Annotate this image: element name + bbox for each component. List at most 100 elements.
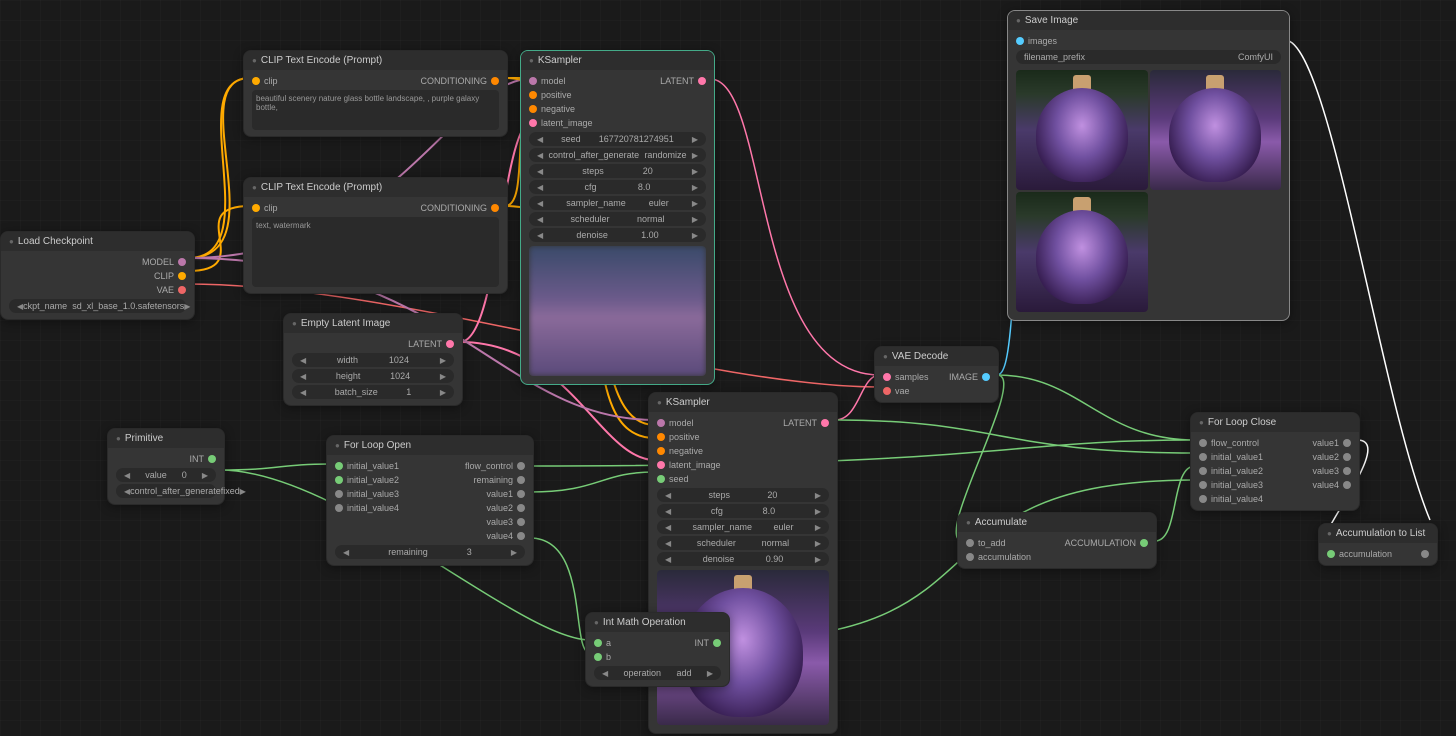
port-negative[interactable] <box>529 105 537 113</box>
widget-control[interactable]: ◀control_after_generatefixed▶ <box>116 484 216 498</box>
node-title[interactable]: Empty Latent Image <box>284 314 462 333</box>
widget-value[interactable]: ◀value0▶ <box>116 468 216 482</box>
widget-ckpt-name[interactable]: ◀ckpt_name sd_xl_base_1.0.safetensors▶ <box>9 299 186 313</box>
port-b[interactable] <box>594 653 602 661</box>
node-title[interactable]: For Loop Open <box>327 436 533 455</box>
port-latent[interactable] <box>821 419 829 427</box>
port-out[interactable] <box>1140 539 1148 547</box>
port-in[interactable] <box>1199 467 1207 475</box>
node-empty-latent[interactable]: Empty Latent Image LATENT ◀width1024▶ ◀h… <box>283 313 463 406</box>
node-ksampler-1[interactable]: KSampler modelLATENT positive negative l… <box>520 50 715 385</box>
node-title[interactable]: Accumulation to List <box>1319 524 1437 543</box>
node-save-image[interactable]: Save Image images filename_prefixComfyUI <box>1007 10 1290 321</box>
port-in[interactable] <box>1199 439 1207 447</box>
port-in[interactable] <box>335 462 343 470</box>
port-in[interactable] <box>335 504 343 512</box>
port-out[interactable] <box>517 518 525 526</box>
port-negative[interactable] <box>657 447 665 455</box>
widget-batch[interactable]: ◀batch_size1▶ <box>292 385 454 399</box>
widget-seed[interactable]: ◀seed167720781274951▶ <box>529 132 706 146</box>
port-cond-out[interactable] <box>491 77 499 85</box>
widget-operation[interactable]: ◀operationadd▶ <box>594 666 721 680</box>
port-a[interactable] <box>594 639 602 647</box>
node-title[interactable]: Accumulate <box>958 513 1156 532</box>
port-out[interactable] <box>517 476 525 484</box>
node-clip-encode-2[interactable]: CLIP Text Encode (Prompt) clipCONDITIONI… <box>243 177 508 294</box>
widget-width[interactable]: ◀width1024▶ <box>292 353 454 367</box>
port-out[interactable] <box>517 462 525 470</box>
node-title[interactable]: Save Image <box>1008 11 1289 30</box>
port-in[interactable] <box>1199 453 1207 461</box>
port-vae[interactable] <box>178 286 186 294</box>
port-out[interactable] <box>1343 439 1351 447</box>
prompt-text[interactable]: beautiful scenery nature glass bottle la… <box>252 90 499 130</box>
port-clip-in[interactable] <box>252 204 260 212</box>
port-int[interactable] <box>208 455 216 463</box>
port-clip[interactable] <box>178 272 186 280</box>
widget-scheduler[interactable]: ◀schedulernormal▶ <box>657 536 829 550</box>
node-int-math[interactable]: Int Math Operation aINT b ◀operationadd▶ <box>585 612 730 687</box>
port-out[interactable] <box>517 532 525 540</box>
widget-height[interactable]: ◀height1024▶ <box>292 369 454 383</box>
node-vae-decode[interactable]: VAE Decode samplesIMAGE vae <box>874 346 999 403</box>
prompt-text[interactable]: text, watermark <box>252 217 499 287</box>
port-in[interactable] <box>966 539 974 547</box>
node-title[interactable]: For Loop Close <box>1191 413 1359 432</box>
port-vae[interactable] <box>883 387 891 395</box>
node-title[interactable]: Int Math Operation <box>586 613 729 632</box>
port-model[interactable] <box>178 258 186 266</box>
widget-denoise[interactable]: ◀denoise0.90▶ <box>657 552 829 566</box>
widget-sampler[interactable]: ◀sampler_nameeuler▶ <box>657 520 829 534</box>
widget-sampler[interactable]: ◀sampler_nameeuler▶ <box>529 196 706 210</box>
port-in[interactable] <box>1327 550 1335 558</box>
port-positive[interactable] <box>529 91 537 99</box>
node-title[interactable]: CLIP Text Encode (Prompt) <box>244 51 507 70</box>
node-load-checkpoint[interactable]: Load Checkpoint MODEL CLIP VAE ◀ckpt_nam… <box>0 231 195 320</box>
port-positive[interactable] <box>657 433 665 441</box>
widget-steps[interactable]: ◀steps20▶ <box>529 164 706 178</box>
port-out[interactable] <box>1343 467 1351 475</box>
port-latent-out[interactable] <box>446 340 454 348</box>
widget-cfg[interactable]: ◀cfg8.0▶ <box>529 180 706 194</box>
widget-scheduler[interactable]: ◀schedulernormal▶ <box>529 212 706 226</box>
port-in[interactable] <box>335 476 343 484</box>
port-in[interactable] <box>335 490 343 498</box>
port-out[interactable] <box>517 504 525 512</box>
port-model[interactable] <box>529 77 537 85</box>
port-in[interactable] <box>966 553 974 561</box>
port-latent-in[interactable] <box>657 461 665 469</box>
port-in[interactable] <box>1199 481 1207 489</box>
port-latent[interactable] <box>698 77 706 85</box>
port-int[interactable] <box>713 639 721 647</box>
node-title[interactable]: KSampler <box>521 51 714 70</box>
node-forloop-open[interactable]: For Loop Open initial_value1flow_control… <box>326 435 534 566</box>
port-out[interactable] <box>1421 550 1429 558</box>
node-primitive[interactable]: Primitive INT ◀value0▶ ◀control_after_ge… <box>107 428 225 505</box>
widget-filename[interactable]: filename_prefixComfyUI <box>1016 50 1281 64</box>
port-out[interactable] <box>517 490 525 498</box>
widget-cfg[interactable]: ◀cfg8.0▶ <box>657 504 829 518</box>
node-title[interactable]: CLIP Text Encode (Prompt) <box>244 178 507 197</box>
port-in[interactable] <box>1199 495 1207 503</box>
port-out[interactable] <box>1343 453 1351 461</box>
port-out[interactable] <box>1343 481 1351 489</box>
widget-denoise[interactable]: ◀denoise1.00▶ <box>529 228 706 242</box>
port-model[interactable] <box>657 419 665 427</box>
node-acc-to-list[interactable]: Accumulation to List accumulation <box>1318 523 1438 566</box>
port-latent-in[interactable] <box>529 119 537 127</box>
node-title[interactable]: KSampler <box>649 393 837 412</box>
node-title[interactable]: Primitive <box>108 429 224 448</box>
port-image[interactable] <box>982 373 990 381</box>
widget-control[interactable]: ◀control_after_generaterandomize▶ <box>529 148 706 162</box>
port-clip-in[interactable] <box>252 77 260 85</box>
node-accumulate[interactable]: Accumulate to_addACCUMULATION accumulati… <box>957 512 1157 569</box>
node-forloop-close[interactable]: For Loop Close flow_controlvalue1 initia… <box>1190 412 1360 511</box>
node-title[interactable]: Load Checkpoint <box>1 232 194 251</box>
port-images[interactable] <box>1016 37 1024 45</box>
port-seed[interactable] <box>657 475 665 483</box>
node-title[interactable]: VAE Decode <box>875 347 998 366</box>
node-clip-encode-1[interactable]: CLIP Text Encode (Prompt) clipCONDITIONI… <box>243 50 508 137</box>
widget-steps[interactable]: ◀steps20▶ <box>657 488 829 502</box>
widget-remaining[interactable]: ◀remaining3▶ <box>335 545 525 559</box>
port-samples[interactable] <box>883 373 891 381</box>
